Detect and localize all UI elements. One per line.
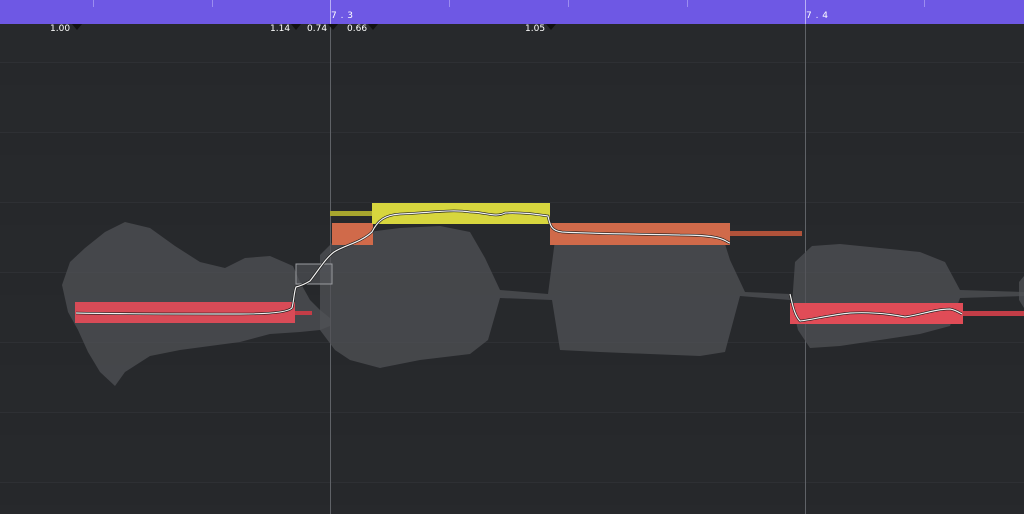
blob-marker-triangle-icon[interactable] [291,24,301,30]
note-tail-5 [963,311,1024,316]
ruler-tick [449,0,450,7]
waveform-blob-2[interactable] [320,226,790,368]
blob-marker-5: 1.05 [525,24,546,34]
note-tail-1 [295,311,312,315]
pitch-editor[interactable]: 7 . 3 7 . 4 1.00 1.14 0.74 0.66 1.05 [0,0,1024,514]
blob-marker-triangle-icon[interactable] [546,24,556,30]
bar-label-7-4: 7 . 4 [806,11,829,21]
blob-marker-triangle-icon[interactable] [328,24,338,30]
blob-marker-triangle-icon[interactable] [72,24,82,30]
blob-marker-4: 0.66 [347,24,368,34]
audio-blobs-layer [62,203,1024,386]
note-bar-2[interactable] [332,223,373,245]
note-tail-4 [730,231,802,236]
blob-marker-2: 1.14 [270,24,291,34]
note-lead-3 [330,211,373,216]
blob-marker-triangle-icon[interactable] [368,24,378,30]
bar-label-7-3: 7 . 3 [331,11,354,21]
ruler-tick [212,0,213,7]
ruler-tick [568,0,569,7]
blob-marker-1: 1.00 [50,24,71,34]
waveform-edge [1019,276,1024,308]
ruler-tick [93,0,94,7]
timeline-ruler[interactable]: 7 . 3 7 . 4 [0,0,1024,24]
ruler-tick [924,0,925,7]
blob-marker-3: 0.74 [307,24,328,34]
waveform-blob-3[interactable] [792,244,1024,348]
ruler-tick [687,0,688,7]
